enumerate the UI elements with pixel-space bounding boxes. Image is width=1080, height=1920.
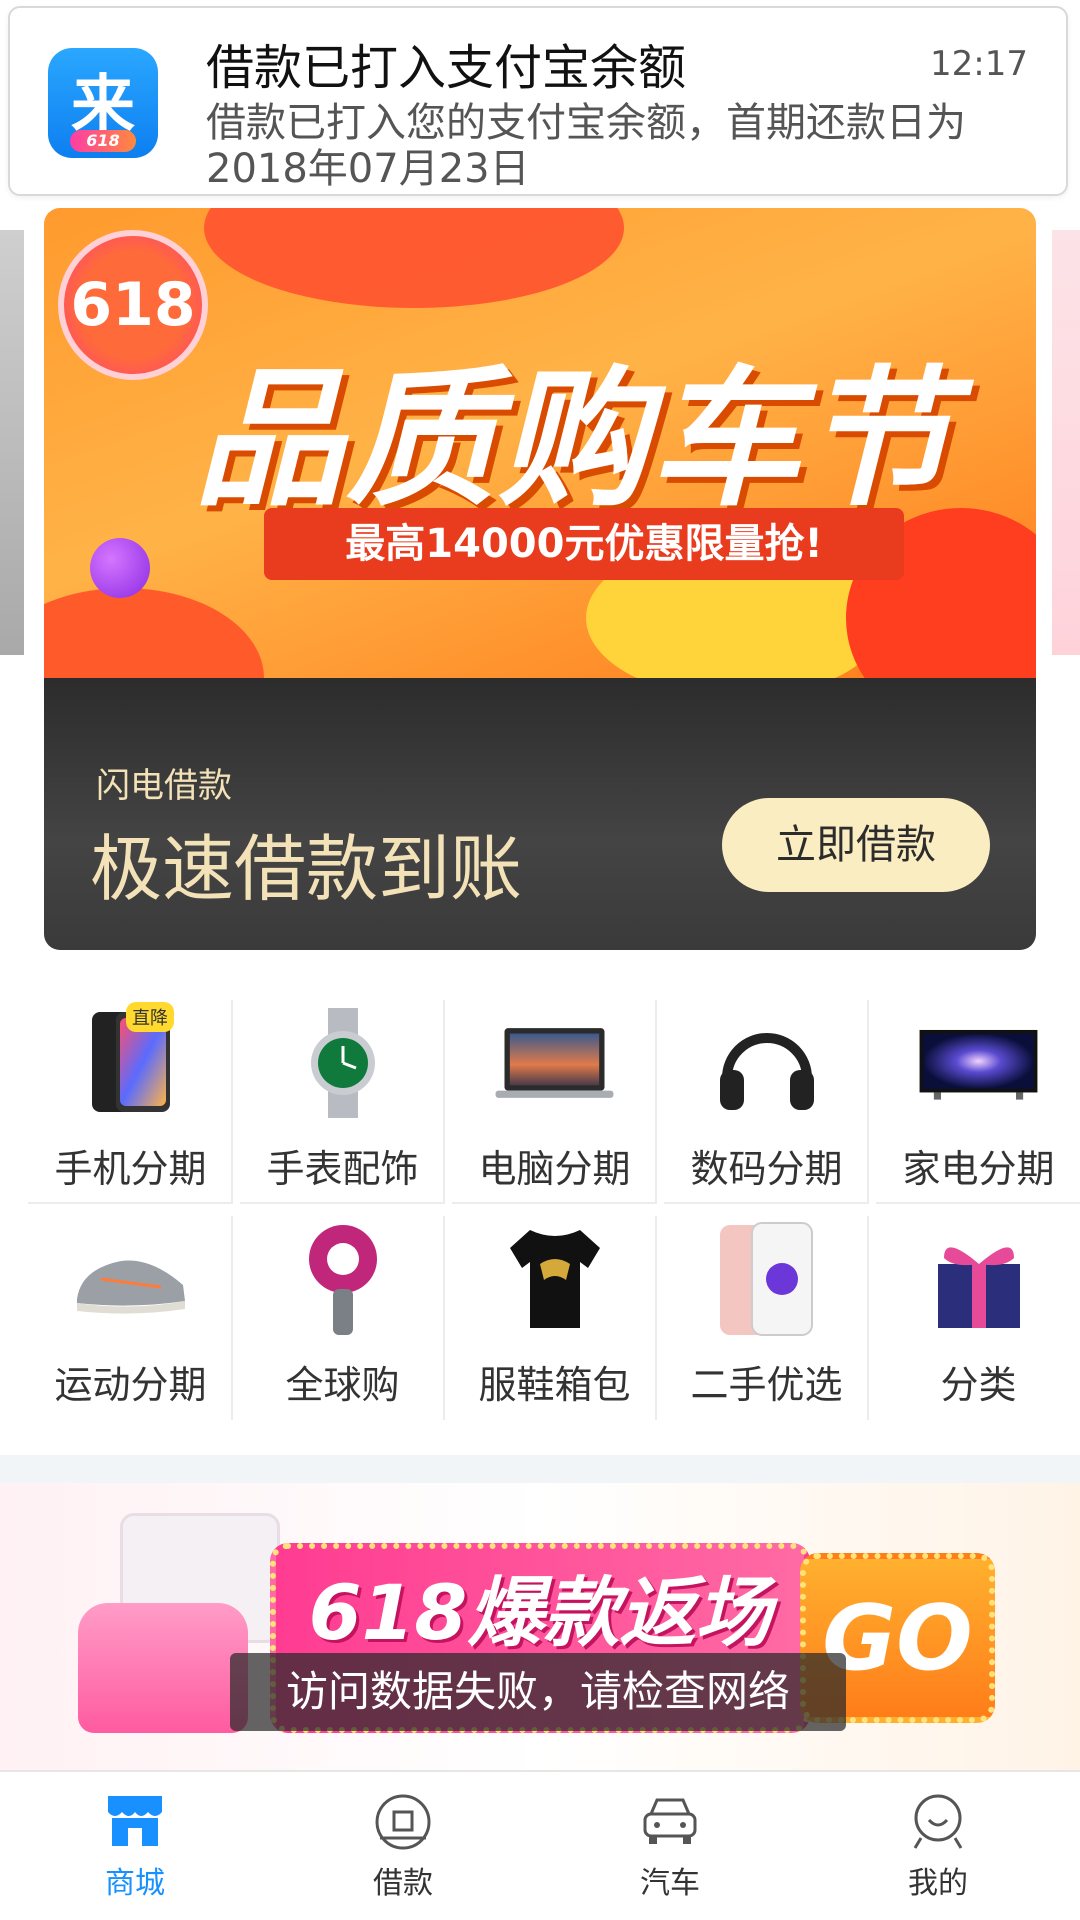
notification-body: 借款已打入您的支付宝余额，首期还款日为2018年07月23日 (206, 100, 966, 192)
car-icon (643, 1798, 697, 1844)
hero-subline: 最高14000元优惠限量抢! (264, 508, 904, 580)
notification-title: 借款已打入支付宝余额 (206, 40, 687, 96)
section-separator (0, 1455, 1080, 1483)
category-grid: 直降 手机分期 手表配饰 电脑分期 数码分期 家电分期 运动分期 全球购 服鞋箱… (28, 988, 1080, 1420)
category-label: 全球购 (285, 1363, 400, 1407)
promo-banner[interactable]: 618爆款返场 GO 访问数据失败，请检查网络 (0, 1483, 1080, 1773)
decoration-blob (44, 588, 264, 678)
decoration-ball (90, 538, 150, 598)
hero-banner[interactable]: 618 品质购车节 最高14000元优惠限量抢! (44, 208, 1036, 678)
profile-icon (913, 1794, 963, 1849)
category-label: 电脑分期 (478, 1147, 631, 1191)
tab-label: 我的 (908, 1866, 968, 1901)
notification-time: 12:17 (930, 44, 1028, 84)
promo-title: 618爆款返场 (308, 1568, 772, 1657)
gift-icon (916, 1224, 1041, 1334)
category-all[interactable]: 分类 (876, 1204, 1080, 1420)
tab-label: 借款 (373, 1866, 433, 1901)
tab-loan[interactable]: 借款 (303, 1792, 503, 1912)
category-sports[interactable]: 运动分期 (28, 1204, 233, 1420)
category-label: 服鞋箱包 (478, 1363, 631, 1407)
handbag-image (78, 1603, 248, 1733)
category-label: 二手优选 (690, 1363, 843, 1407)
price-drop-tag: 直降 (126, 1002, 174, 1032)
hairdryer-icon (280, 1224, 405, 1335)
category-laptop[interactable]: 电脑分期 (452, 988, 657, 1204)
notification-banner[interactable]: 来 618 借款已打入支付宝余额 12:17 借款已打入您的支付宝余额，首期还款… (8, 6, 1068, 196)
tab-me[interactable]: 我的 (838, 1792, 1038, 1912)
hero-headline: 品质购车节 (193, 353, 954, 527)
loan-icon (375, 1794, 431, 1850)
category-digital[interactable]: 数码分期 (664, 988, 869, 1204)
store-icon (108, 1796, 162, 1846)
category-label: 分类 (940, 1363, 1017, 1407)
category-appliance[interactable]: 家电分期 (876, 988, 1080, 1204)
tab-mall[interactable]: 商城 (35, 1792, 235, 1912)
loan-big-title: 极速借款到账 (90, 827, 523, 911)
category-label: 家电分期 (902, 1147, 1055, 1191)
carousel-prev-peek[interactable] (0, 230, 24, 655)
category-label: 运动分期 (54, 1363, 207, 1407)
category-label: 手表配饰 (266, 1147, 419, 1191)
watch-icon (280, 1008, 405, 1118)
category-global[interactable]: 全球购 (240, 1204, 445, 1420)
app-icon-badge: 618 (70, 130, 136, 152)
laptop-icon (492, 1008, 617, 1118)
bottom-tab-bar: 商城 借款 汽车 我的 (0, 1770, 1080, 1920)
used-phone-icon (704, 1222, 829, 1336)
network-error-toast: 访问数据失败，请检查网络 (230, 1653, 846, 1731)
sneaker-icon (68, 1224, 193, 1334)
tv-icon (916, 1008, 1041, 1118)
category-watch[interactable]: 手表配饰 (240, 988, 445, 1204)
tab-label: 汽车 (640, 1866, 700, 1901)
loan-card[interactable]: 闪电借款 极速借款到账 立即借款 (44, 678, 1036, 950)
category-phone[interactable]: 直降 手机分期 (28, 988, 233, 1204)
tab-car[interactable]: 汽车 (570, 1792, 770, 1912)
category-label: 手机分期 (54, 1147, 207, 1191)
category-secondhand[interactable]: 二手优选 (664, 1204, 869, 1420)
category-apparel[interactable]: 服鞋箱包 (452, 1204, 657, 1420)
headphones-icon (704, 1008, 829, 1118)
decoration-wave (204, 208, 624, 308)
borrow-now-button[interactable]: 立即借款 (722, 798, 990, 892)
loan-small-title: 闪电借款 (96, 766, 232, 806)
category-label: 数码分期 (690, 1147, 843, 1191)
carousel-next-peek[interactable] (1052, 230, 1080, 655)
tshirt-icon (492, 1224, 617, 1334)
tab-label: 商城 (105, 1866, 165, 1901)
app-icon: 来 618 (48, 48, 158, 158)
